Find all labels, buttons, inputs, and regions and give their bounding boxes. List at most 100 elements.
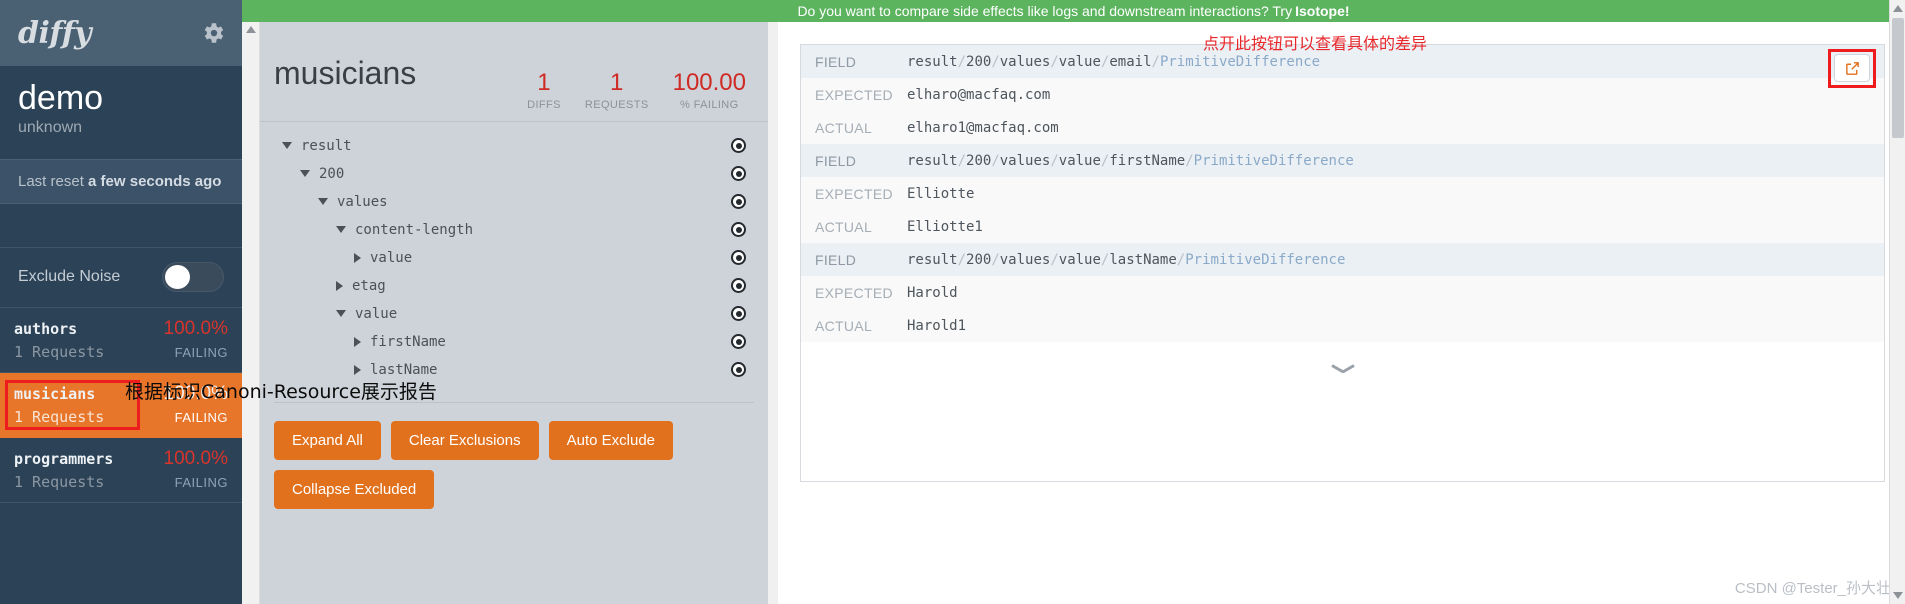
service-percent: 100.0%	[163, 317, 228, 339]
tree-node-etag[interactable]: etag	[260, 272, 768, 300]
caret-down-icon[interactable]	[282, 142, 292, 150]
tree-node-values[interactable]: values	[260, 188, 768, 216]
eye-target-icon[interactable]	[731, 194, 746, 210]
eye-target-icon[interactable]	[731, 250, 746, 266]
diff-row-expected: EXPECTED Elliotte	[801, 177, 1884, 210]
tree-node-label: firstName	[370, 333, 446, 350]
stat-failing: 100.00 % FAILING	[672, 68, 746, 111]
tree-node-label-wrap: values	[260, 194, 388, 210]
diff-row-key: ACTUAL	[815, 119, 873, 136]
diff-type-label: PrimitiveDifference	[1159, 53, 1321, 70]
open-detail-external-link-button[interactable]	[1834, 54, 1870, 82]
left-scrollbar[interactable]	[242, 22, 260, 604]
external-link-icon	[1845, 61, 1859, 75]
tree-node-label-wrap: content-length	[260, 222, 473, 238]
auto-exclude-button[interactable]: Auto Exclude	[548, 420, 673, 460]
service-status: FAILING	[174, 409, 228, 425]
stat-diffs: 1 DIFFS	[527, 70, 561, 111]
diff-type-label: PrimitiveDifference	[1185, 251, 1346, 268]
tree-node-200[interactable]: 200	[260, 160, 768, 188]
last-reset-prefix: Last reset	[18, 172, 89, 190]
diff-row-value: elharo1@macfaq.com	[907, 119, 1059, 136]
tree-node-label: result	[301, 137, 352, 154]
eye-target-icon[interactable]	[731, 306, 746, 322]
page-scroll-down-icon[interactable]	[1893, 592, 1903, 599]
sidebar-item-authors[interactable]: authors 100.0% 1 Requests FAILING	[0, 307, 242, 373]
sidebar-item-programmers[interactable]: programmers 100.0% 1 Requests FAILING	[0, 437, 242, 503]
expand-more-row[interactable]	[801, 342, 1884, 376]
tree-node-label-wrap: lastName	[260, 362, 437, 378]
eye-target-icon[interactable]	[731, 278, 746, 294]
last-reset-value: a few seconds ago	[88, 172, 222, 190]
brand-bar: diffy	[0, 0, 242, 66]
caret-right-icon[interactable]	[354, 252, 361, 263]
page-scroll-thumb[interactable]	[1892, 18, 1904, 138]
caret-right-icon[interactable]	[336, 280, 343, 291]
tree-node-label: values	[337, 193, 388, 210]
diff-row-key: EXPECTED	[815, 185, 893, 202]
diff-panel: FIELD result/200/values/value/email/Primi…	[778, 22, 1905, 604]
tree-node-label: etag	[352, 277, 386, 294]
diff-row-key: EXPECTED	[815, 86, 893, 103]
diff-row-value: result/200/values/value/lastName/Primiti…	[907, 251, 1346, 268]
service-status: FAILING	[174, 474, 228, 490]
scroll-up-icon[interactable]	[246, 26, 256, 33]
service-requests: 1 Requests	[14, 342, 105, 361]
exclude-noise-row[interactable]: Exclude Noise	[0, 247, 242, 308]
collapse-excluded-button[interactable]: Collapse Excluded	[274, 469, 435, 509]
page-scroll-up-icon[interactable]	[1893, 5, 1903, 12]
stat-value: 100.00	[672, 68, 746, 96]
body-area: musicians 1 DIFFS 1 REQUESTS 100.00 % FA	[242, 22, 1905, 604]
tree-node-label-wrap: value	[260, 250, 412, 266]
tree-node-result[interactable]: result	[260, 132, 768, 160]
annotation-open-detail: 点开此按钮可以查看具体的差异	[1203, 34, 1428, 53]
diff-row-field: FIELD result/200/values/value/firstName/P…	[801, 144, 1884, 177]
tree-scrollbar[interactable]	[768, 22, 778, 604]
diff-row-expected: EXPECTED Harold	[801, 276, 1884, 309]
caret-down-icon[interactable]	[300, 170, 310, 178]
exclude-noise-toggle[interactable]	[162, 262, 224, 293]
tree-node-label: 200	[319, 165, 345, 182]
sidebar-spacer	[0, 203, 242, 248]
diff-row-key: FIELD	[815, 53, 857, 70]
eye-target-icon[interactable]	[731, 222, 746, 238]
tree-action-buttons: Expand All Clear Exclusions Auto Exclude…	[260, 403, 768, 523]
eye-target-icon[interactable]	[731, 166, 746, 182]
promo-banner[interactable]: Do you want to compare side effects like…	[242, 0, 1905, 22]
stat-label: % FAILING	[679, 98, 739, 111]
tree-node-label-wrap: result	[260, 138, 352, 154]
diff-row-key: ACTUAL	[815, 317, 873, 334]
eye-target-icon[interactable]	[731, 334, 746, 350]
eye-target-icon[interactable]	[731, 362, 746, 378]
chevron-down-icon[interactable]	[1332, 364, 1354, 376]
clear-exclusions-button[interactable]: Clear Exclusions	[390, 420, 539, 460]
gear-icon[interactable]	[200, 20, 226, 46]
diff-row-actual: ACTUAL elharo1@macfaq.com	[801, 111, 1884, 144]
tree-node-label-wrap: 200	[260, 166, 344, 182]
diff-row-actual: ACTUAL Harold1	[801, 309, 1884, 342]
annotation-report-note: 根据标识Canoni-Resource展示报告	[125, 381, 437, 403]
tree-node-firstName[interactable]: firstName	[260, 328, 768, 356]
promo-link[interactable]: Isotope!	[1295, 3, 1349, 19]
caret-right-icon[interactable]	[354, 336, 361, 347]
caret-down-icon[interactable]	[336, 310, 346, 318]
diff-row-value: result/200/values/value/firstName/Primit…	[907, 152, 1354, 169]
service-status: FAILING	[174, 344, 228, 360]
stat-value: 1	[610, 68, 624, 96]
tree-body: result 200 values content-length value etag va…	[260, 122, 768, 384]
caret-down-icon[interactable]	[336, 226, 346, 234]
sidebar: diffy demo unknown Last reset a few seco…	[0, 0, 242, 604]
expand-all-button[interactable]: Expand All	[274, 420, 381, 460]
service-name: musicians	[14, 384, 96, 403]
eye-target-icon[interactable]	[731, 138, 746, 154]
tree-node-label-wrap: etag	[260, 278, 386, 294]
caret-right-icon[interactable]	[354, 364, 361, 375]
project-name: demo	[18, 79, 104, 117]
tree-node-value[interactable]: value	[260, 300, 768, 328]
tree-node-value[interactable]: value	[260, 244, 768, 272]
tree-node-content-length[interactable]: content-length	[260, 216, 768, 244]
service-percent: 100.0%	[163, 447, 228, 469]
page-scrollbar[interactable]	[1889, 0, 1905, 604]
caret-down-icon[interactable]	[318, 198, 328, 206]
app-logo[interactable]: diffy	[18, 16, 92, 51]
